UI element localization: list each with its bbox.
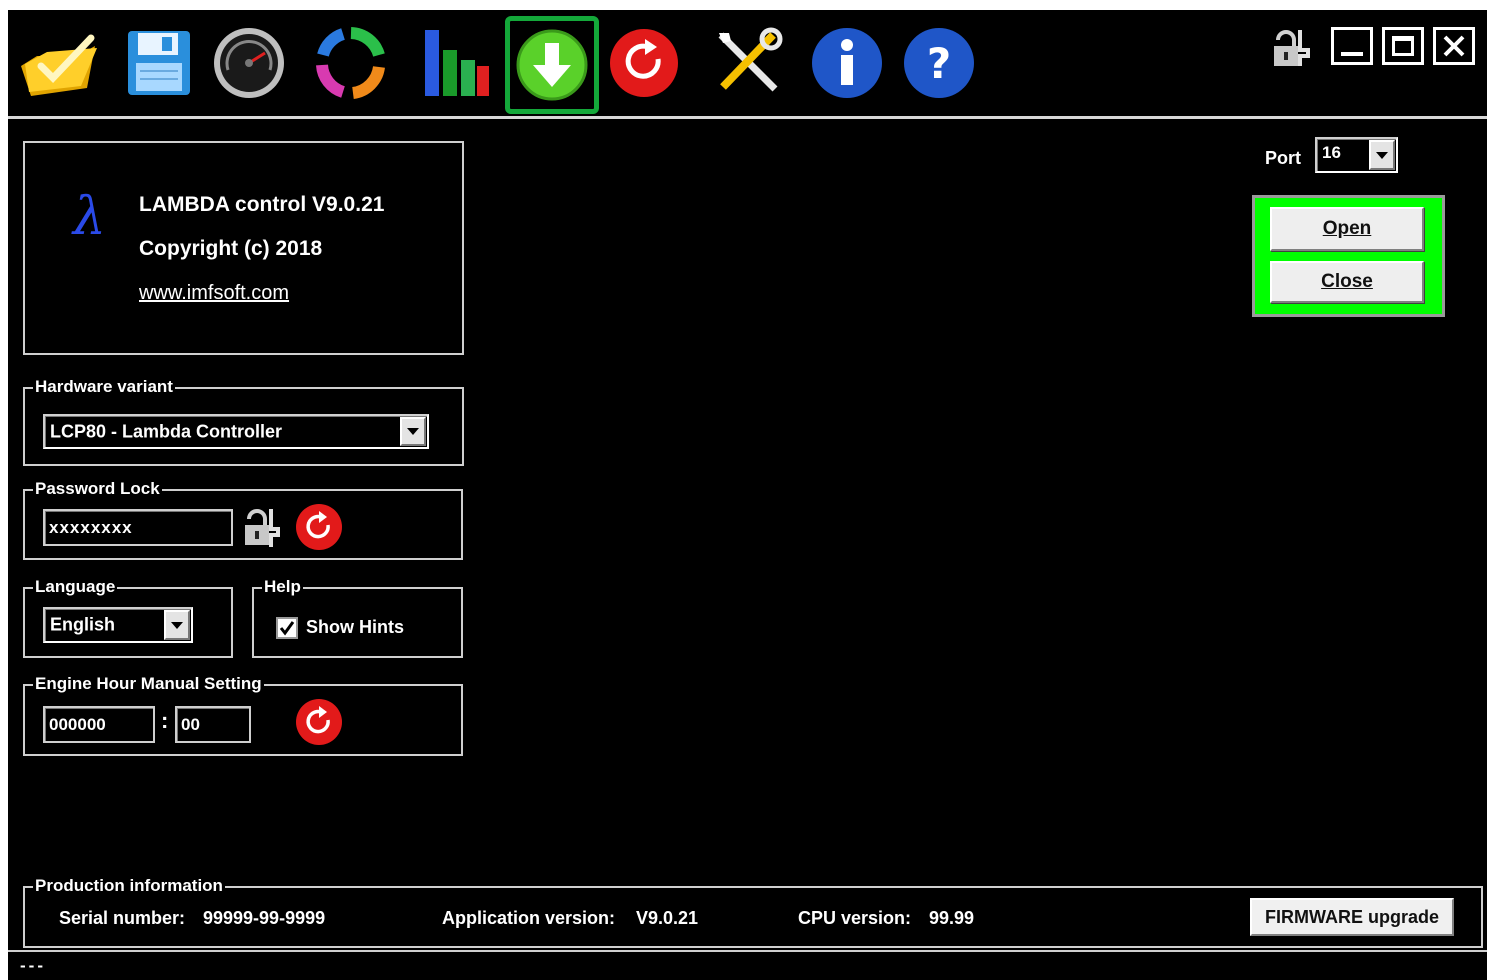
time-separator: : <box>161 708 169 733</box>
serial-number-value: 99999-99-9999 <box>203 908 326 928</box>
engine-hours-value: 000000 <box>49 714 106 734</box>
help-group: Help Show Hints <box>252 577 463 658</box>
firmware-upgrade-button[interactable]: FIRMWARE upgrade <box>1250 898 1454 936</box>
port-select[interactable]: 16 <box>1315 137 1398 173</box>
port-value: 16 <box>1322 143 1341 162</box>
show-hints-label: Show Hints <box>306 617 404 637</box>
password-lock-title: Password Lock <box>33 479 162 499</box>
password-reset-icon[interactable] <box>295 503 343 556</box>
password-value: xxxxxxxx <box>49 517 133 537</box>
language-value: English <box>50 614 116 635</box>
close-button[interactable]: Close <box>1270 261 1424 303</box>
language-select[interactable]: English <box>43 607 193 643</box>
language-group: Language English <box>23 577 233 658</box>
show-hints-checkbox[interactable] <box>276 617 298 639</box>
info-icon[interactable] <box>804 20 890 106</box>
password-lock-group: Password Lock xxxxxxxx <box>23 479 463 560</box>
help-icon[interactable]: ? <box>896 20 982 106</box>
cpu-version-value: 99.99 <box>929 908 975 928</box>
svg-text:?: ? <box>927 39 951 88</box>
website-link[interactable]: www.imfsoft.com <box>139 282 289 305</box>
hardware-variant-title: Hardware variant <box>33 377 175 397</box>
lock-key-icon[interactable] <box>1270 26 1312 75</box>
floppy-disk-icon[interactable] <box>116 20 202 106</box>
chevron-down-icon[interactable] <box>164 610 190 640</box>
chevron-down-icon[interactable] <box>400 417 426 446</box>
main-window: ? λ LAMBDA control V9.0.21 Copyright (c)… <box>8 10 1487 980</box>
engine-hour-reset-icon[interactable] <box>295 698 343 751</box>
engine-hour-title: Engine Hour Manual Setting <box>33 674 264 694</box>
port-label: Port <box>1265 148 1301 168</box>
chevron-down-icon[interactable] <box>1369 140 1395 170</box>
language-title: Language <box>33 577 118 597</box>
toolbar-divider <box>8 116 1487 119</box>
hardware-variant-select[interactable]: LCP80 - Lambda Controller <box>43 414 429 449</box>
hardware-variant-value: LCP80 - Lambda Controller <box>50 421 283 441</box>
status-text: --- <box>20 956 46 975</box>
circular-arrows-icon[interactable] <box>308 20 394 106</box>
lambda-logo: λ <box>73 187 106 247</box>
help-title: Help <box>262 577 303 597</box>
engine-hour-group: Engine Hour Manual Setting 000000 : 00 <box>23 674 463 756</box>
production-info-group: Production information Serial number: 99… <box>23 876 1483 948</box>
about-copyright: Copyright (c) 2018 <box>139 237 323 260</box>
production-info-title: Production information <box>33 876 225 896</box>
about-panel: λ LAMBDA control V9.0.21 Copyright (c) 2… <box>23 141 464 355</box>
speedometer-icon[interactable] <box>206 20 292 106</box>
status-bar: --- <box>8 950 1487 980</box>
maximize-icon[interactable] <box>1382 27 1424 65</box>
open-button[interactable]: Open <box>1270 207 1424 251</box>
cpu-version-label: CPU version: <box>798 908 912 928</box>
lock-key-icon[interactable] <box>241 505 281 554</box>
hardware-variant-group: Hardware variant LCP80 - Lambda Controll… <box>23 377 464 466</box>
app-version-label: Application version: <box>442 908 616 928</box>
download-arrow-icon[interactable] <box>505 16 599 114</box>
red-reset-icon[interactable] <box>601 20 687 106</box>
about-title: LAMBDA control V9.0.21 <box>139 193 385 216</box>
close-icon[interactable] <box>1433 27 1475 65</box>
engine-minutes-value: 00 <box>181 714 200 734</box>
tools-icon[interactable] <box>704 20 790 106</box>
open-folder-icon[interactable] <box>16 20 102 106</box>
connection-highlight: Open Close <box>1252 195 1445 317</box>
toolbar: ? <box>8 10 1487 118</box>
bar-chart-icon[interactable] <box>412 20 498 106</box>
app-version-value: V9.0.21 <box>636 908 699 928</box>
engine-minutes-input[interactable]: 00 <box>175 706 251 743</box>
engine-hours-input[interactable]: 000000 <box>43 706 155 743</box>
password-input[interactable]: xxxxxxxx <box>43 509 233 546</box>
serial-number-label: Serial number: <box>59 908 186 928</box>
minimize-icon[interactable] <box>1331 27 1373 65</box>
